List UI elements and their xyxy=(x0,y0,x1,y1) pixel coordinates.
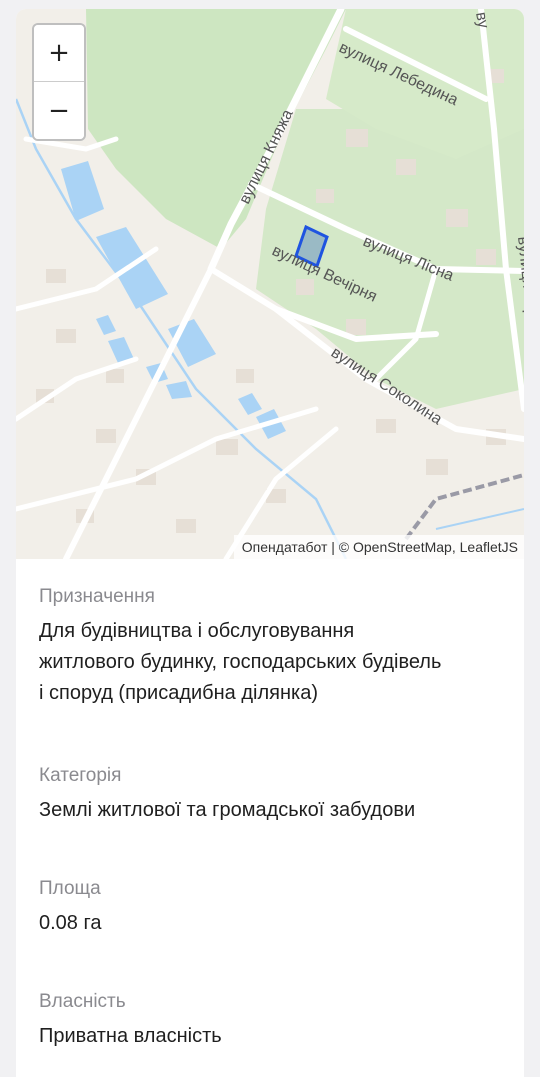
field-category-label: Категорія xyxy=(39,765,122,786)
road-left-2 xyxy=(16,356,139,422)
road-main-diagonal xyxy=(63,266,214,559)
field-ownership-value: Приватна власність xyxy=(39,1025,222,1047)
field-purpose-value-line: житлового будинку, господарських будівел… xyxy=(39,651,442,673)
field-area-label: Площа xyxy=(39,878,101,899)
pond-8 xyxy=(238,393,262,415)
field-purpose-label: Призначення xyxy=(39,586,155,607)
stream-2 xyxy=(435,508,524,530)
map-attribution: Опендатабот | © OpenStreetMap, LeafletJS xyxy=(233,535,524,559)
street-label-top-right: ву xyxy=(472,11,492,30)
attribution-provider-link[interactable]: Опендатабот xyxy=(242,539,328,555)
field-ownership: Власність Приватна власність xyxy=(39,989,222,1052)
map[interactable]: вулиця Лебедина вулиця Княжа вулиця Лісн… xyxy=(16,9,524,559)
field-purpose-value-line: і споруд (присадибна ділянка) xyxy=(39,682,318,704)
field-area-value: 0.08 га xyxy=(39,912,102,934)
map-tiles[interactable]: вулиця Лебедина вулиця Княжа вулиця Лісн… xyxy=(16,9,524,559)
field-category: Категорія Землі житлової та громадської … xyxy=(39,763,415,826)
parcel-card: вулиця Лебедина вулиця Княжа вулиця Лісн… xyxy=(16,9,524,1077)
attribution-separator: | © xyxy=(327,539,353,555)
pond-4 xyxy=(96,315,116,335)
zoom-control: + − xyxy=(32,23,86,141)
field-purpose: Призначення Для будівництва і обслуговув… xyxy=(39,584,441,709)
pond-1 xyxy=(61,161,104,221)
field-purpose-value-line: Для будівництва і обслуговування xyxy=(39,620,355,642)
attribution-osm-link[interactable]: OpenStreetMap xyxy=(353,539,452,555)
field-purpose-value: Для будівництва і обслуговування житлово… xyxy=(39,616,441,709)
field-area: Площа 0.08 га xyxy=(39,876,101,939)
attribution-leaflet-link[interactable]: LeafletJS xyxy=(460,539,518,555)
field-ownership-label: Власність xyxy=(39,991,126,1012)
pond-7 xyxy=(166,381,192,399)
zoom-out-button[interactable]: − xyxy=(34,82,84,139)
railway xyxy=(404,473,524,541)
attribution-comma: , xyxy=(451,539,460,555)
field-category-value: Землі житлової та громадської забудови xyxy=(39,799,416,821)
zoom-in-button[interactable]: + xyxy=(34,25,84,82)
